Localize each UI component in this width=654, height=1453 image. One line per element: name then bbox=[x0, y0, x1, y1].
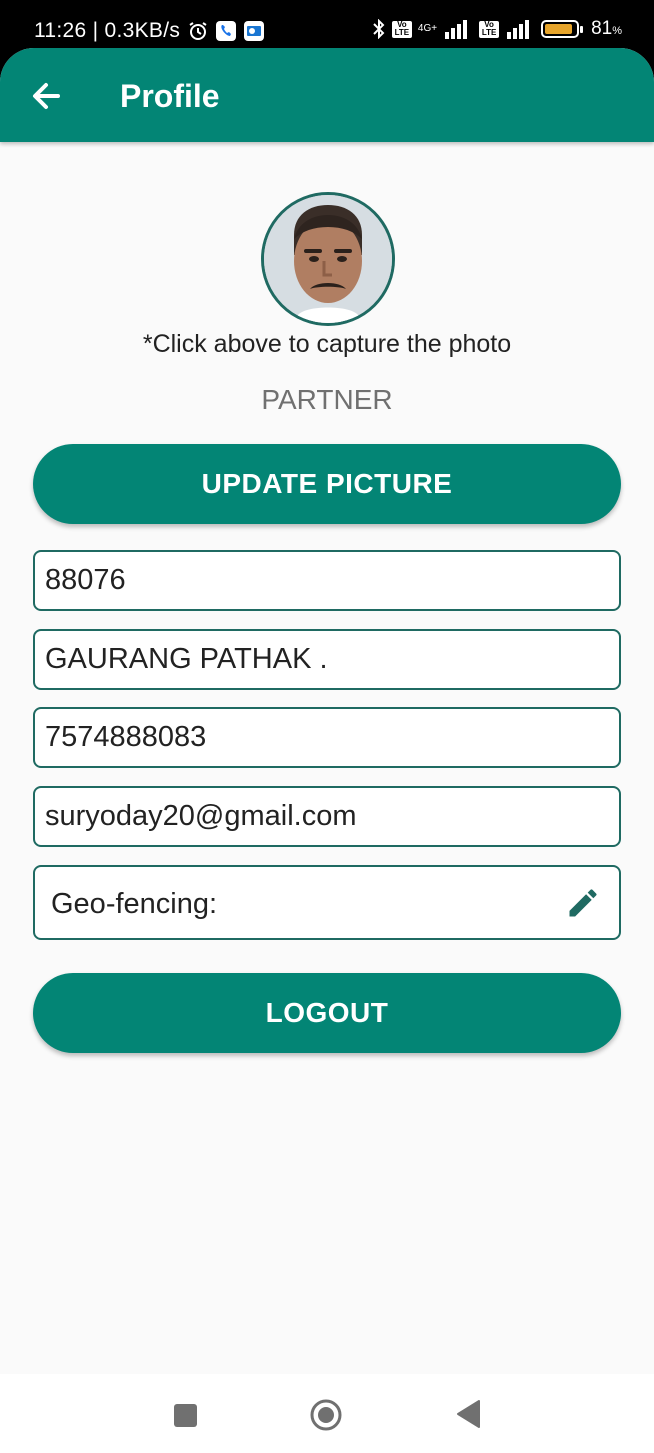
volte-icon: Vo LTE bbox=[391, 20, 412, 38]
geo-fencing-field[interactable]: Geo-fencing: bbox=[33, 865, 621, 940]
profile-screen: Profile *Click above to capture the phot… bbox=[0, 48, 654, 1453]
signal-icon-2 bbox=[507, 20, 530, 39]
home-circle-icon[interactable] bbox=[309, 1398, 343, 1432]
signal-icon bbox=[445, 20, 468, 39]
pencil-icon[interactable] bbox=[565, 885, 601, 921]
system-nav-bar bbox=[0, 1374, 654, 1453]
bluetooth-icon bbox=[373, 19, 385, 39]
status-right: Vo LTE 4G+ Vo LTE 81% bbox=[372, 18, 622, 40]
profile-photo[interactable] bbox=[261, 192, 395, 326]
battery-percent: 81% bbox=[591, 18, 622, 39]
alarm-icon bbox=[189, 22, 207, 40]
photo-capture-hint: *Click above to capture the photo bbox=[142, 330, 512, 358]
update-picture-button[interactable]: UPDATE PICTURE bbox=[33, 444, 621, 524]
battery-icon bbox=[541, 20, 584, 38]
role-label: PARTNER bbox=[261, 384, 393, 415]
outlook-icon bbox=[244, 21, 265, 41]
status-left: 11:26 | 0.3KB/s bbox=[34, 19, 265, 43]
geo-fencing-label: Geo-fencing: bbox=[51, 888, 218, 920]
name-field[interactable]: GAURANG PATHAK . bbox=[33, 629, 621, 690]
email-field[interactable]: suryoday20@gmail.com bbox=[33, 786, 621, 847]
network-type: 4G+ bbox=[417, 23, 438, 34]
phone-icon bbox=[216, 21, 237, 41]
volte-icon-2: Vo LTE bbox=[479, 20, 500, 38]
logout-button[interactable]: LOGOUT bbox=[33, 973, 621, 1053]
time-and-speed: 11:26 | 0.3KB/s bbox=[34, 19, 181, 42]
user-id-field[interactable]: 88076 bbox=[33, 550, 621, 611]
phone-field[interactable]: 7574888083 bbox=[33, 707, 621, 768]
app-bar: Profile bbox=[0, 48, 654, 142]
page-title: Profile bbox=[120, 78, 220, 114]
recents-square-icon[interactable] bbox=[174, 1404, 197, 1427]
arrow-left-icon[interactable] bbox=[28, 78, 68, 114]
back-triangle-icon[interactable] bbox=[455, 1399, 481, 1429]
avatar-face-image bbox=[264, 195, 392, 323]
